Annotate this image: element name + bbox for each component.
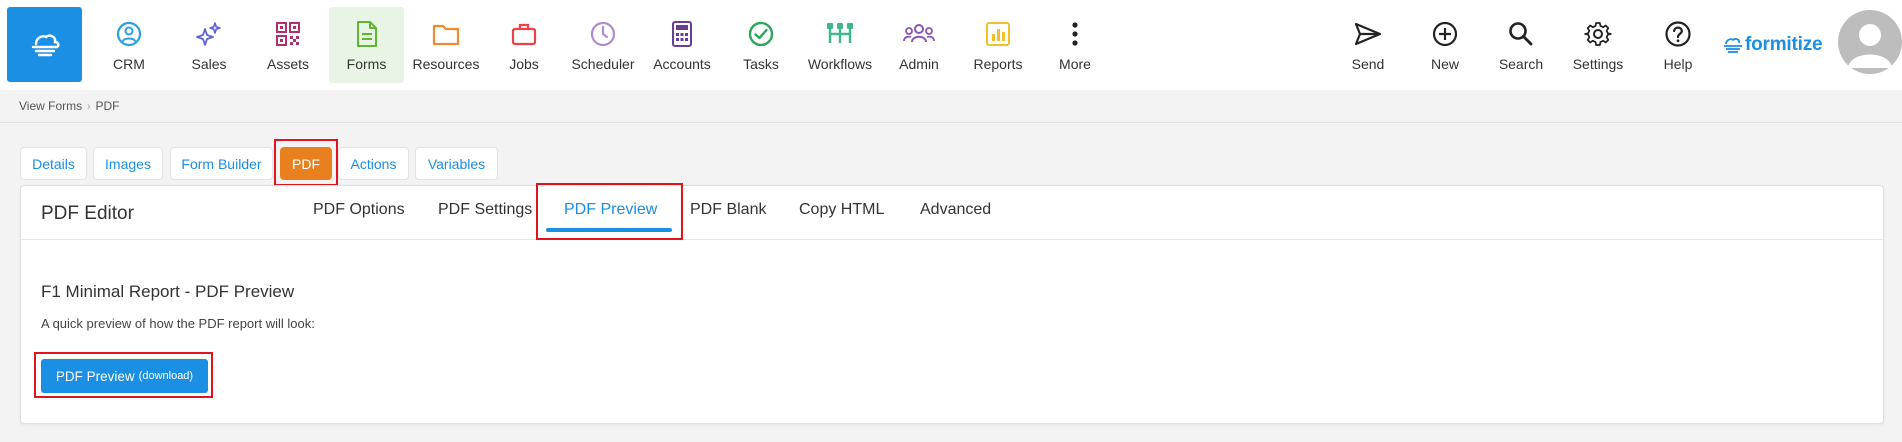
cloud-logo-icon bbox=[1724, 38, 1742, 53]
button-suffix: (download) bbox=[138, 370, 194, 382]
nav-admin[interactable]: Admin bbox=[888, 7, 950, 83]
top-navigation: CRM Sales Assets Forms Resources Jobs Sc… bbox=[0, 0, 1902, 90]
nav-forms[interactable]: Forms bbox=[329, 7, 404, 83]
subtab-advanced[interactable]: Advanced bbox=[920, 201, 991, 219]
search-icon bbox=[1509, 22, 1533, 46]
cloud-logo-icon bbox=[31, 33, 60, 56]
folder-icon bbox=[432, 24, 460, 46]
breadcrumb-view-forms[interactable]: View Forms bbox=[19, 99, 82, 113]
nav-label: Jobs bbox=[509, 56, 539, 72]
nav-settings[interactable]: Settings bbox=[1570, 7, 1626, 83]
breadcrumb-separator-icon: › bbox=[87, 100, 91, 112]
active-subtab-indicator bbox=[546, 228, 672, 232]
nav-label: Scheduler bbox=[571, 56, 635, 72]
users-icon bbox=[903, 24, 935, 43]
subtab-pdf-settings[interactable]: PDF Settings bbox=[438, 201, 532, 219]
qr-code-icon bbox=[276, 22, 300, 46]
more-vertical-icon bbox=[1072, 22, 1078, 46]
user-avatar[interactable] bbox=[1838, 10, 1902, 74]
nav-label: Tasks bbox=[743, 56, 779, 72]
tab-form-builder[interactable]: Form Builder bbox=[170, 147, 273, 180]
nav-label: Search bbox=[1498, 56, 1544, 72]
nav-label: Forms bbox=[346, 56, 387, 72]
breadcrumb-pdf: PDF bbox=[95, 99, 120, 113]
nav-label: Reports bbox=[973, 56, 1023, 72]
send-icon bbox=[1354, 22, 1382, 46]
check-circle-icon bbox=[748, 21, 774, 47]
nav-label: Send bbox=[1351, 56, 1385, 72]
pdf-preview-download-button[interactable]: PDF Preview (download) bbox=[41, 359, 208, 393]
nav-accounts[interactable]: Accounts bbox=[646, 7, 718, 83]
nav-jobs[interactable]: Jobs bbox=[494, 7, 554, 83]
pdf-editor-title: PDF Editor bbox=[41, 203, 134, 224]
document-icon bbox=[356, 21, 377, 47]
divider bbox=[0, 122, 1902, 123]
nav-label: Assets bbox=[266, 56, 309, 72]
subtab-pdf-options[interactable]: PDF Options bbox=[313, 201, 405, 219]
nav-sales[interactable]: Sales bbox=[178, 7, 240, 83]
pdf-editor-panel: PDF Editor PDF Options PDF Settings PDF … bbox=[20, 185, 1884, 424]
smile-icon bbox=[116, 21, 142, 47]
tab-details[interactable]: Details bbox=[20, 147, 87, 180]
tab-actions[interactable]: Actions bbox=[338, 147, 409, 180]
button-label: PDF Preview bbox=[55, 368, 135, 384]
nav-assets[interactable]: Assets bbox=[257, 7, 319, 83]
nav-more[interactable]: More bbox=[1050, 7, 1100, 83]
tab-images[interactable]: Images bbox=[93, 147, 163, 180]
tab-variables[interactable]: Variables bbox=[415, 147, 498, 180]
pdf-editor-header: PDF Editor PDF Options PDF Settings PDF … bbox=[21, 186, 1883, 240]
nav-label: CRM bbox=[113, 56, 145, 72]
subtab-pdf-preview[interactable]: PDF Preview bbox=[564, 201, 657, 219]
help-circle-icon bbox=[1665, 21, 1691, 47]
nav-send[interactable]: Send bbox=[1343, 7, 1393, 83]
nav-label: Settings bbox=[1572, 56, 1624, 72]
nav-resources[interactable]: Resources bbox=[410, 7, 482, 83]
nav-label: Resources bbox=[412, 56, 480, 72]
user-silhouette-icon bbox=[1848, 24, 1892, 68]
nav-label: Workflows bbox=[807, 56, 873, 72]
clock-icon bbox=[590, 21, 616, 47]
nav-label: Accounts bbox=[653, 56, 711, 72]
briefcase-icon bbox=[511, 23, 537, 46]
workflow-icon bbox=[827, 23, 853, 43]
brand-logo[interactable]: formitize bbox=[1723, 34, 1823, 56]
subtab-pdf-blank[interactable]: PDF Blank bbox=[690, 201, 766, 219]
nav-label: Sales bbox=[191, 56, 227, 72]
nav-reports[interactable]: Reports bbox=[966, 7, 1030, 83]
home-logo-button[interactable] bbox=[7, 7, 82, 82]
nav-tasks[interactable]: Tasks bbox=[730, 7, 792, 83]
nav-help[interactable]: Help bbox=[1653, 7, 1703, 83]
preview-section-description: A quick preview of how the PDF report wi… bbox=[41, 316, 315, 331]
sparkles-icon bbox=[196, 22, 221, 46]
nav-label: Admin bbox=[899, 56, 939, 72]
bar-chart-icon bbox=[986, 22, 1010, 46]
breadcrumb: View Forms › PDF bbox=[19, 99, 119, 113]
subtab-copy-html[interactable]: Copy HTML bbox=[799, 201, 884, 219]
nav-new[interactable]: New bbox=[1420, 7, 1470, 83]
gear-icon bbox=[1584, 22, 1612, 46]
tab-pdf[interactable]: PDF bbox=[280, 147, 332, 180]
nav-label: More bbox=[1059, 56, 1091, 72]
nav-label: Help bbox=[1663, 56, 1693, 72]
nav-scheduler[interactable]: Scheduler bbox=[568, 7, 638, 83]
nav-workflows[interactable]: Workflows bbox=[804, 7, 876, 83]
calculator-icon bbox=[672, 21, 692, 47]
nav-label: New bbox=[1430, 56, 1459, 72]
nav-search[interactable]: Search bbox=[1495, 7, 1547, 83]
brand-name: formitize bbox=[1745, 34, 1823, 55]
preview-section-title: F1 Minimal Report - PDF Preview bbox=[41, 282, 295, 301]
nav-crm[interactable]: CRM bbox=[98, 7, 160, 83]
plus-circle-icon bbox=[1432, 21, 1458, 47]
